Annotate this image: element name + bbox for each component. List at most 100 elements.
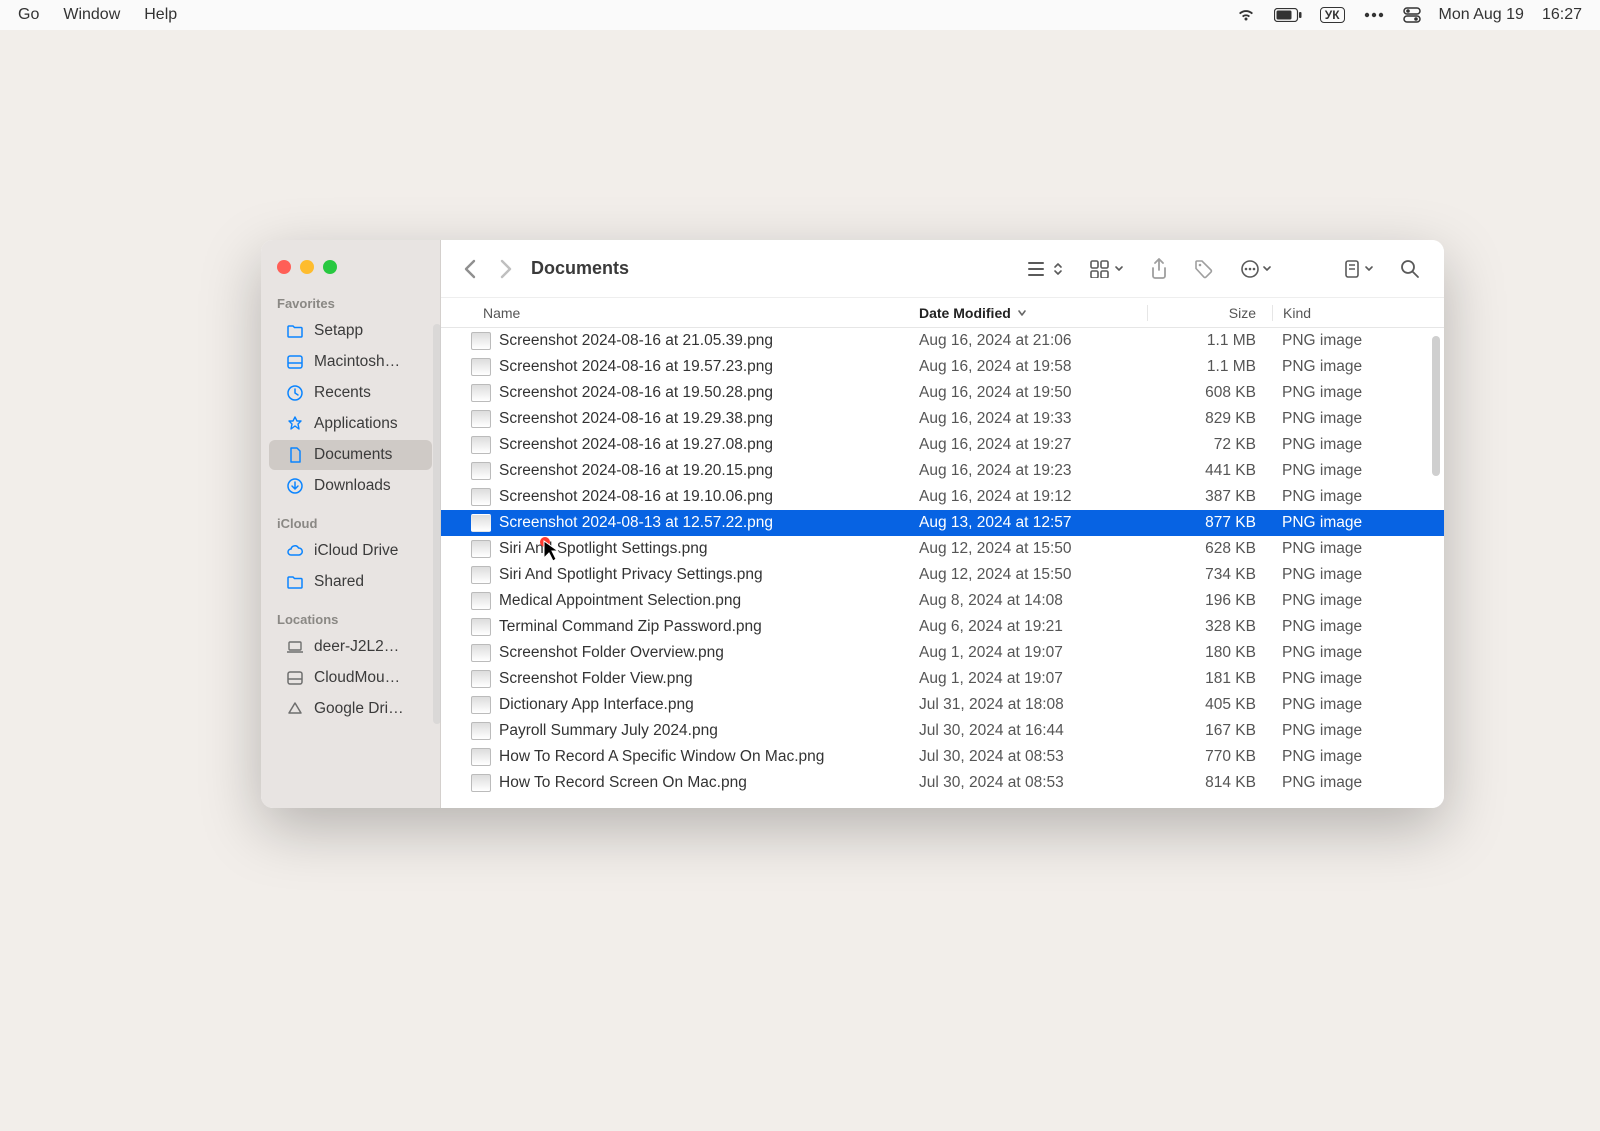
file-name: Screenshot 2024-08-16 at 19.57.23.png [499,358,919,376]
file-name: How To Record A Specific Window On Mac.p… [499,748,919,766]
column-header: Name Date Modified Size Kind [441,298,1444,328]
col-date-header[interactable]: Date Modified [919,305,1147,321]
menu-help[interactable]: Help [144,6,177,24]
disk-icon [285,668,305,688]
disk-icon [285,352,305,372]
file-row[interactable]: Screenshot 2024-08-16 at 19.57.23.pngAug… [441,354,1444,380]
file-date: Aug 12, 2024 at 15:50 [919,540,1147,558]
sidebar-item-label: CloudMou… [314,669,400,687]
file-row[interactable]: Medical Appointment Selection.pngAug 8, … [441,588,1444,614]
file-date: Aug 1, 2024 at 19:07 [919,644,1147,662]
file-row[interactable]: Screenshot 2024-08-16 at 21.05.39.pngAug… [441,328,1444,354]
forward-button[interactable] [495,255,517,283]
file-kind: PNG image [1272,358,1444,376]
file-size: 814 KB [1147,774,1272,792]
image-file-icon [471,540,491,558]
file-size: 196 KB [1147,592,1272,610]
control-center-icon[interactable] [1403,7,1421,23]
search-button[interactable] [1394,255,1426,283]
sidebar-item-downloads[interactable]: Downloads [269,471,432,501]
col-kind-header[interactable]: Kind [1272,305,1444,321]
file-size: 770 KB [1147,748,1272,766]
sidebar-item-google-dri-[interactable]: Google Dri… [269,694,432,724]
sidebar-item-documents[interactable]: Documents [269,440,432,470]
file-row[interactable]: Screenshot 2024-08-16 at 19.50.28.pngAug… [441,380,1444,406]
fullscreen-window-button[interactable] [323,260,337,274]
file-list-scrollbar[interactable] [1432,336,1440,476]
file-size: 628 KB [1147,540,1272,558]
image-file-icon [471,410,491,428]
sidebar-item-applications[interactable]: Applications [269,409,432,439]
action-button[interactable] [1234,255,1278,283]
image-file-icon [471,618,491,636]
share-button[interactable] [1144,254,1174,284]
file-date: Aug 16, 2024 at 21:06 [919,332,1147,350]
image-file-icon [471,332,491,350]
sidebar-item-shared[interactable]: Shared [269,567,432,597]
sidebar-item-cloudmou-[interactable]: CloudMou… [269,663,432,693]
file-row[interactable]: Terminal Command Zip Password.pngAug 6, … [441,614,1444,640]
file-name: How To Record Screen On Mac.png [499,774,919,792]
menu-window[interactable]: Window [63,6,120,24]
image-file-icon [471,644,491,662]
sidebar-section-title: Locations [261,608,440,631]
file-row[interactable]: Siri And Spotlight Privacy Settings.pngA… [441,562,1444,588]
toolbar: Documents [441,240,1444,298]
file-date: Jul 30, 2024 at 16:44 [919,722,1147,740]
col-size-header[interactable]: Size [1147,305,1272,321]
finder-window: FavoritesSetappMacintosh…RecentsApplicat… [261,240,1444,808]
file-size: 72 KB [1147,436,1272,454]
new-folder-button[interactable] [1336,255,1380,283]
close-window-button[interactable] [277,260,291,274]
image-file-icon [471,436,491,454]
cloud-icon [285,541,305,561]
file-name: Screenshot Folder Overview.png [499,644,919,662]
menubar-date[interactable]: Mon Aug 19 [1439,6,1524,24]
file-date: Aug 16, 2024 at 19:58 [919,358,1147,376]
back-button[interactable] [459,255,481,283]
sidebar-section-title: iCloud [261,512,440,535]
sidebar-item-macintosh-[interactable]: Macintosh… [269,347,432,377]
menu-go[interactable]: Go [18,6,39,24]
sidebar-item-recents[interactable]: Recents [269,378,432,408]
sidebar-scrollbar[interactable] [433,324,441,724]
file-date: Aug 16, 2024 at 19:12 [919,488,1147,506]
battery-icon[interactable] [1274,8,1302,22]
file-row[interactable]: Dictionary App Interface.pngJul 31, 2024… [441,692,1444,718]
file-row[interactable]: Screenshot 2024-08-16 at 19.27.08.pngAug… [441,432,1444,458]
menubar-time[interactable]: 16:27 [1542,6,1582,24]
group-button[interactable] [1084,256,1130,282]
minimize-window-button[interactable] [300,260,314,274]
file-row[interactable]: Payroll Summary July 2024.pngJul 30, 202… [441,718,1444,744]
file-name: Screenshot 2024-08-16 at 19.29.38.png [499,410,919,428]
view-list-button[interactable] [1020,256,1070,282]
file-size: 387 KB [1147,488,1272,506]
sidebar-item-icloud-drive[interactable]: iCloud Drive [269,536,432,566]
file-name: Terminal Command Zip Password.png [499,618,919,636]
file-size: 734 KB [1147,566,1272,584]
file-row[interactable]: How To Record A Specific Window On Mac.p… [441,744,1444,770]
file-row[interactable]: Screenshot 2024-08-16 at 19.10.06.pngAug… [441,484,1444,510]
image-file-icon [471,774,491,792]
file-list[interactable]: Screenshot 2024-08-16 at 21.05.39.pngAug… [441,328,1444,808]
tags-button[interactable] [1188,255,1220,283]
image-file-icon [471,670,491,688]
file-name: Screenshot 2024-08-16 at 21.05.39.png [499,332,919,350]
file-row[interactable]: How To Record Screen On Mac.pngJul 30, 2… [441,770,1444,796]
file-row[interactable]: Screenshot 2024-08-16 at 19.29.38.pngAug… [441,406,1444,432]
window-title: Documents [531,258,629,279]
file-row[interactable]: Screenshot Folder Overview.pngAug 1, 202… [441,640,1444,666]
sidebar-item-setapp[interactable]: Setapp [269,316,432,346]
file-row[interactable]: Screenshot 2024-08-16 at 19.20.15.pngAug… [441,458,1444,484]
col-name-header[interactable]: Name [471,305,919,321]
input-source-badge[interactable]: УК [1320,7,1345,23]
wifi-icon[interactable] [1236,7,1256,23]
file-name: Dictionary App Interface.png [499,696,919,714]
sidebar-item-deer-j2l2-[interactable]: deer-J2L2… [269,632,432,662]
ellipsis-icon[interactable] [1363,11,1385,19]
file-size: 405 KB [1147,696,1272,714]
file-row[interactable]: Screenshot Folder View.pngAug 1, 2024 at… [441,666,1444,692]
sidebar-section-title: Favorites [261,292,440,315]
file-row[interactable]: Siri And Spotlight Settings.pngAug 12, 2… [441,536,1444,562]
file-row[interactable]: Screenshot 2024-08-13 at 12.57.22.pngAug… [441,510,1444,536]
